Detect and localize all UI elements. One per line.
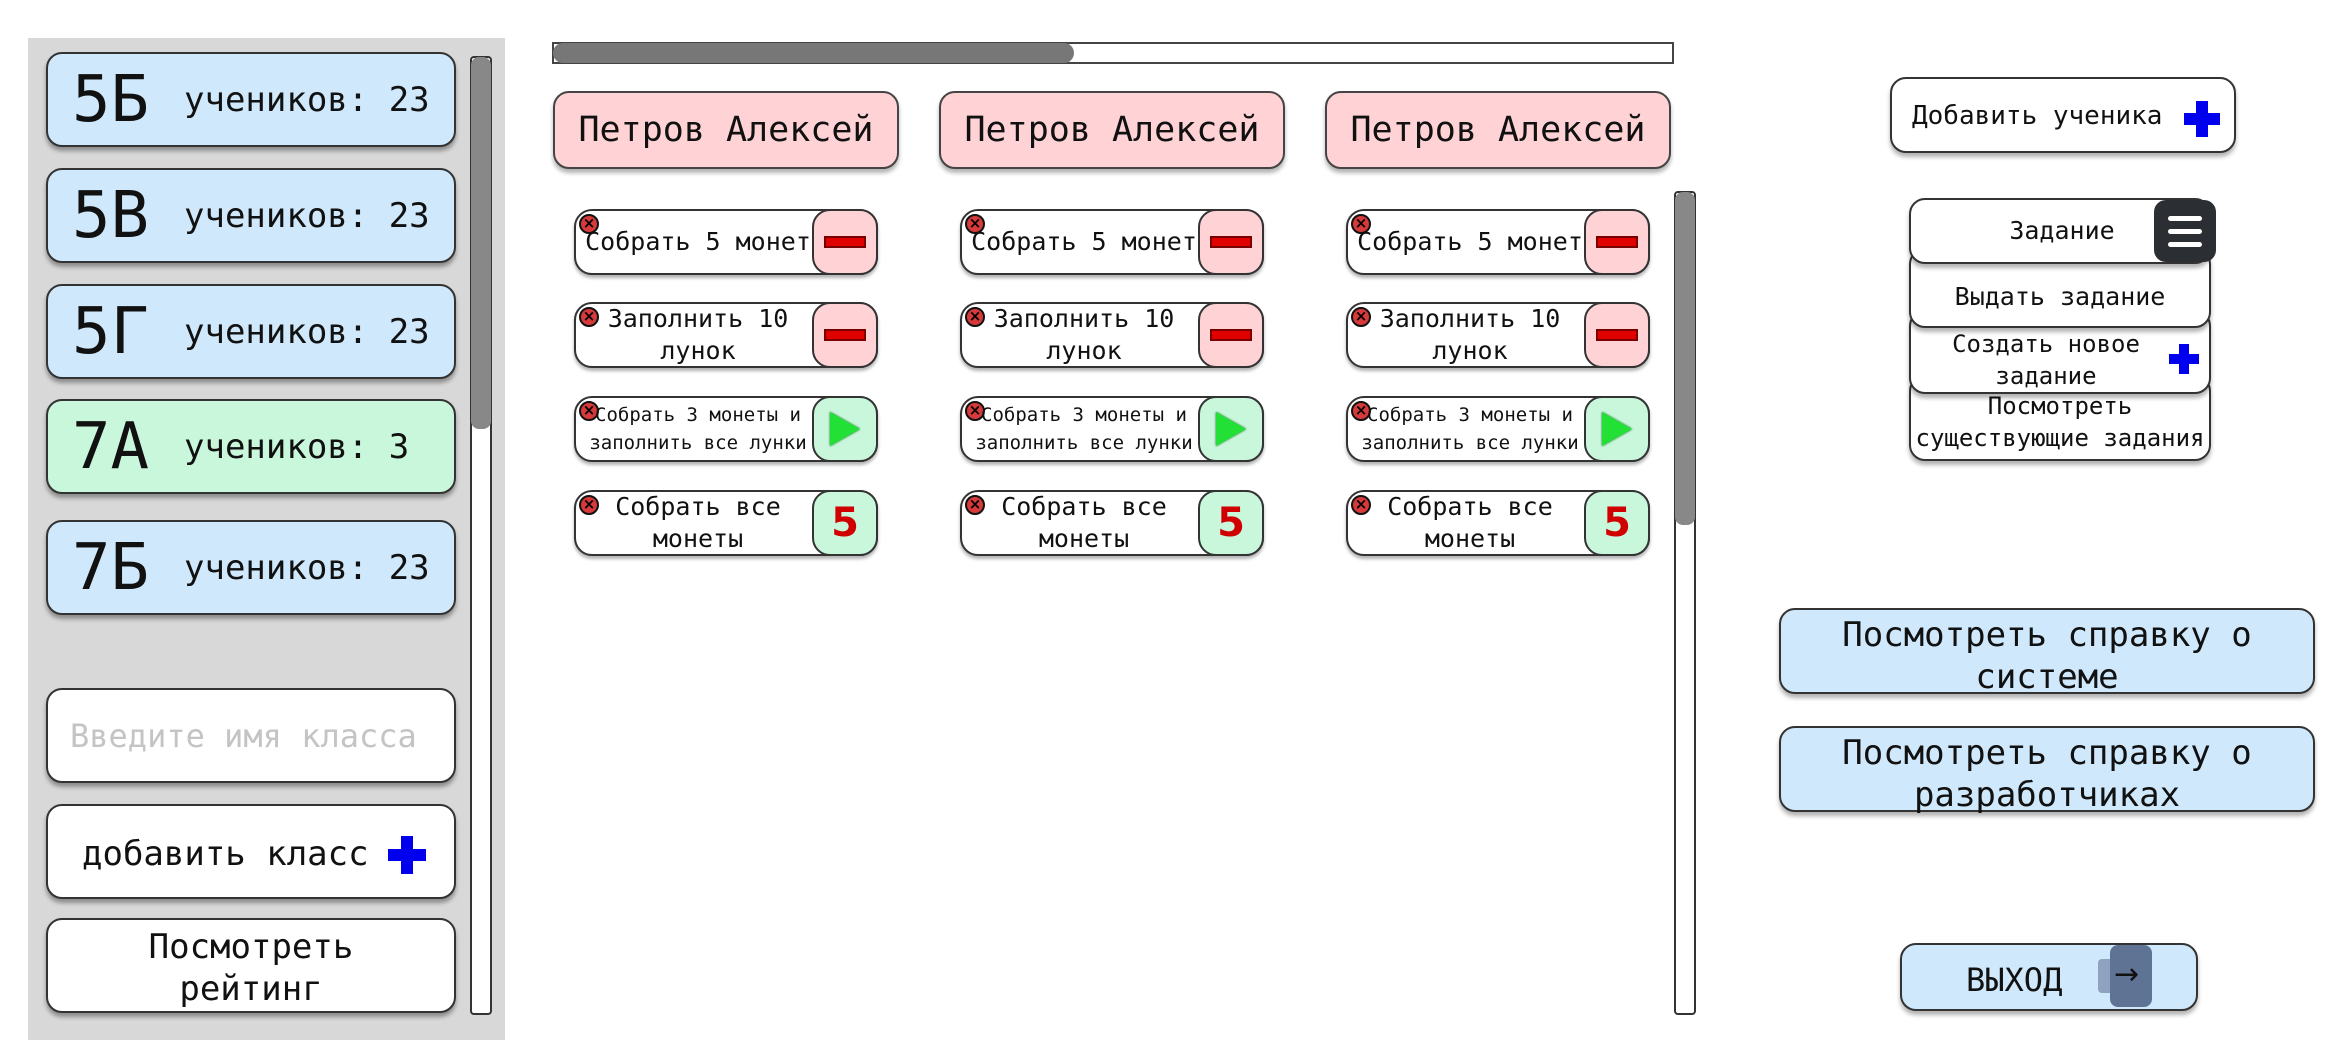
exit-arrow-icon: →	[2110, 945, 2152, 1007]
task-item[interactable]: × Собрать 3 монеты и заполнить все лунки	[960, 396, 1264, 462]
class-student-count: учеников: 23	[184, 79, 430, 120]
minus-icon	[824, 329, 866, 341]
remove-task-button[interactable]	[1198, 209, 1264, 275]
task-item[interactable]: × Собрать 3 монеты и заполнить все лунки	[574, 396, 878, 462]
start-task-button[interactable]	[812, 396, 878, 462]
task-item[interactable]: × Собрать все монеты 5	[960, 490, 1264, 556]
minus-icon	[824, 236, 866, 248]
plus-icon	[2184, 101, 2220, 137]
class-name-field-wrapper	[46, 688, 456, 783]
minus-icon	[1210, 236, 1252, 248]
remove-task-button[interactable]	[1584, 209, 1650, 275]
add-student-label: Добавить ученика	[1912, 101, 2163, 131]
task-label: Собрать все монеты	[1387, 492, 1553, 553]
add-student-button[interactable]: Добавить ученика	[1890, 77, 2236, 153]
start-task-button[interactable]	[1198, 396, 1264, 462]
class-name: 5Б	[72, 62, 150, 137]
task-label: Собрать 5 монет	[971, 227, 1197, 256]
class-name-input[interactable]	[48, 690, 454, 781]
task-label: Заполнить 10 лунок	[1379, 304, 1561, 365]
task-item[interactable]: × Собрать все монеты 5	[574, 490, 878, 556]
task-score-badge[interactable]: 5	[812, 490, 878, 556]
class-card[interactable]: 5Г учеников: 23	[46, 284, 456, 379]
class-name: 7А	[72, 409, 150, 484]
class-student-count: учеников: 23	[184, 311, 430, 352]
task-score-badge[interactable]: 5	[1198, 490, 1264, 556]
play-icon	[1602, 412, 1632, 446]
hamburger-menu-icon	[2154, 200, 2216, 262]
task-item[interactable]: × Заполнить 10 лунок	[960, 302, 1264, 368]
exit-button[interactable]: ВЫХОД →	[1900, 943, 2198, 1011]
create-task-label: Создать новое задание	[1952, 330, 2140, 390]
view-rating-label: Посмотреть рейтинг	[148, 927, 354, 1009]
task-label: Заполнить 10 лунок	[607, 304, 789, 365]
task-score-value: 5	[1603, 500, 1631, 546]
sidebar-scrollbar-thumb[interactable]	[471, 57, 491, 429]
task-label: Заполнить 10 лунок	[993, 304, 1175, 365]
class-name: 7Б	[72, 530, 150, 605]
task-score-value: 5	[831, 500, 859, 546]
task-item[interactable]: × Заполнить 10 лунок	[1346, 302, 1650, 368]
class-card[interactable]: 5Б учеников: 23	[46, 52, 456, 147]
task-label: Собрать 3 монеты и заполнить все лунки	[1361, 404, 1579, 454]
add-class-button[interactable]: добавить класс	[46, 804, 456, 899]
horizontal-scrollbar-thumb[interactable]	[553, 43, 1074, 63]
plus-icon	[2169, 344, 2199, 374]
class-sidebar: 5Б учеников: 23 5В учеников: 23 5Г учеников: …	[28, 38, 505, 1040]
remove-task-button[interactable]	[812, 302, 878, 368]
class-card[interactable]: 7Б учеников: 23	[46, 520, 456, 615]
task-label: Собрать все монеты	[1001, 492, 1167, 553]
task-item[interactable]: × Собрать 5 монет	[1346, 209, 1650, 275]
class-student-count: учеников: 23	[184, 547, 430, 588]
help-system-label: Посмотреть справку о системе	[1842, 615, 2252, 697]
help-system-button[interactable]: Посмотреть справку о системе	[1779, 608, 2315, 697]
task-item[interactable]: × Собрать все монеты 5	[1346, 490, 1650, 556]
task-item[interactable]: × Собрать 5 монет	[960, 209, 1264, 275]
start-task-button[interactable]	[1584, 396, 1650, 462]
help-developers-button[interactable]: Посмотреть справку о разработчиках	[1779, 726, 2315, 815]
minus-icon	[1596, 236, 1638, 248]
remove-task-button[interactable]	[812, 209, 878, 275]
task-menu-toggle[interactable]: Задание	[1909, 198, 2216, 264]
view-rating-button[interactable]: Посмотреть рейтинг	[46, 918, 456, 1013]
student-name-header[interactable]: Петров Алексей	[939, 91, 1285, 169]
class-card[interactable]: 7А учеников: 3	[46, 399, 456, 494]
remove-task-button[interactable]	[1584, 302, 1650, 368]
add-class-label: добавить класс	[82, 834, 369, 874]
task-item[interactable]: × Собрать 5 монет	[574, 209, 878, 275]
task-score-badge[interactable]: 5	[1584, 490, 1650, 556]
remove-task-button[interactable]	[1198, 302, 1264, 368]
plus-icon	[388, 836, 426, 874]
task-label: Собрать 5 монет	[585, 227, 811, 256]
task-label: Собрать 5 монет	[1357, 227, 1583, 256]
task-score-value: 5	[1217, 500, 1245, 546]
help-developers-label: Посмотреть справку о разработчиках	[1842, 733, 2252, 815]
exit-label: ВЫХОД	[1966, 961, 2063, 999]
task-item[interactable]: × Собрать 3 монеты и заполнить все лунки	[1346, 396, 1650, 462]
task-item[interactable]: × Заполнить 10 лунок	[574, 302, 878, 368]
class-name: 5Г	[72, 294, 150, 369]
minus-icon	[1210, 329, 1252, 341]
class-card[interactable]: 5В учеников: 23	[46, 168, 456, 263]
task-label: Собрать 3 монеты и заполнить все лунки	[589, 404, 807, 454]
task-label: Собрать все монеты	[615, 492, 781, 553]
minus-icon	[1596, 329, 1638, 341]
assign-task-label: Выдать задание	[1954, 282, 2166, 311]
class-student-count: учеников: 23	[184, 195, 430, 236]
play-icon	[830, 412, 860, 446]
task-label: Собрать 3 монеты и заполнить все лунки	[975, 404, 1193, 454]
class-student-count: учеников: 3	[184, 426, 410, 467]
tasks-scrollbar-thumb[interactable]	[1675, 192, 1695, 525]
view-existing-tasks-label: Посмотреть существующие задания	[1915, 392, 2205, 452]
student-name-header[interactable]: Петров Алексей	[553, 91, 899, 169]
student-name-header[interactable]: Петров Алексей	[1325, 91, 1671, 169]
class-name: 5В	[72, 178, 150, 253]
play-icon	[1216, 412, 1246, 446]
